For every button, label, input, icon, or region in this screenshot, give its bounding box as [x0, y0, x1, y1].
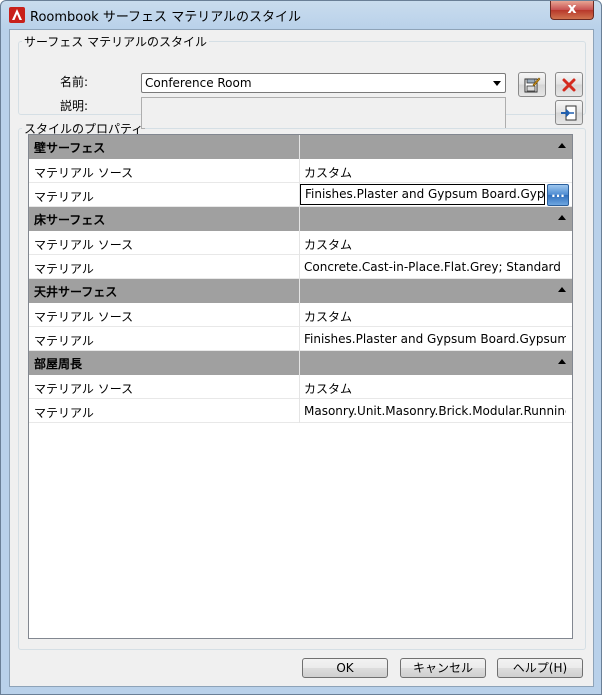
- property-row[interactable]: マテリアル Finishes.Plaster and Gypsum Board.…: [29, 183, 572, 207]
- property-value[interactable]: カスタム: [304, 164, 566, 181]
- close-icon: x: [567, 1, 577, 17]
- window-title: Roombook サーフェス マテリアルのスタイル: [30, 10, 302, 25]
- category-header-perimeter[interactable]: 部屋周長: [29, 351, 572, 375]
- close-button[interactable]: x: [550, 1, 594, 20]
- ellipsis-icon: ...: [551, 186, 565, 200]
- category-header-ceiling[interactable]: 天井サーフェス: [29, 279, 572, 303]
- property-value[interactable]: カスタム: [304, 380, 566, 397]
- property-row[interactable]: マテリアル Masonry.Unit.Masonry.Brick.Modular…: [29, 399, 572, 423]
- category-name: 床サーフェス: [34, 213, 106, 227]
- help-button[interactable]: ヘルプ(H): [497, 658, 583, 678]
- category-header-floor[interactable]: 床サーフェス: [29, 207, 572, 231]
- collapse-icon[interactable]: [558, 143, 566, 148]
- dialog-client: サーフェス マテリアルのスタイル 名前: Conference Room 説明:: [9, 29, 594, 687]
- import-icon: [561, 105, 577, 120]
- property-value[interactable]: カスタム: [304, 308, 566, 325]
- property-key: マテリアル: [34, 334, 94, 348]
- delete-icon: [562, 78, 576, 91]
- style-name-value: Conference Room: [145, 76, 252, 90]
- style-group-legend: サーフェス マテリアルのスタイル: [24, 35, 207, 49]
- ok-button[interactable]: OK: [302, 658, 388, 678]
- property-key: マテリアル ソース: [34, 238, 134, 252]
- property-key: マテリアル ソース: [34, 310, 134, 324]
- delete-style-button[interactable]: [555, 72, 583, 97]
- property-key: マテリアル: [34, 190, 94, 204]
- property-row[interactable]: マテリアル ソース カスタム: [29, 303, 572, 327]
- dialog-window: Roombook サーフェス マテリアルのスタイル x サーフェス マテリアルの…: [0, 0, 602, 695]
- collapse-icon[interactable]: [558, 287, 566, 292]
- save-edit-icon: [524, 77, 541, 92]
- property-key: マテリアル ソース: [34, 382, 134, 396]
- chevron-down-icon[interactable]: [493, 81, 501, 86]
- category-header-wall[interactable]: 壁サーフェス: [29, 135, 572, 159]
- property-row[interactable]: マテリアル Concrete.Cast-in-Place.Flat.Grey; …: [29, 255, 572, 279]
- collapse-icon[interactable]: [558, 215, 566, 220]
- browse-material-button[interactable]: ...: [547, 184, 569, 206]
- property-key: マテリアル: [34, 406, 94, 420]
- property-row[interactable]: マテリアル Finishes.Plaster and Gypsum Board.…: [29, 327, 572, 351]
- description-label: 説明:: [60, 99, 89, 113]
- property-value[interactable]: Finishes.Plaster and Gypsum Board.Gypsum: [304, 332, 566, 346]
- property-value[interactable]: Concrete.Cast-in-Place.Flat.Grey; Standa…: [304, 260, 566, 274]
- property-row[interactable]: マテリアル ソース カスタム: [29, 375, 572, 399]
- property-row[interactable]: マテリアル ソース カスタム: [29, 159, 572, 183]
- property-grid[interactable]: 壁サーフェス マテリアル ソース カスタム マテリアル Finishes.Pla…: [28, 134, 573, 639]
- style-group: サーフェス マテリアルのスタイル 名前: Conference Room 説明:: [18, 33, 586, 129]
- property-row[interactable]: マテリアル ソース カスタム: [29, 231, 572, 255]
- category-name: 天井サーフェス: [34, 285, 118, 299]
- title-bar[interactable]: Roombook サーフェス マテリアルのスタイル x: [1, 1, 601, 29]
- property-value[interactable]: カスタム: [304, 236, 566, 253]
- name-label: 名前:: [60, 75, 89, 89]
- category-name: 部屋周長: [34, 357, 83, 371]
- category-name: 壁サーフェス: [34, 141, 106, 155]
- autodesk-app-icon: [9, 7, 25, 23]
- property-value[interactable]: Masonry.Unit.Masonry.Brick.Modular.Runni…: [304, 404, 566, 418]
- cancel-button[interactable]: キャンセル: [400, 658, 486, 678]
- property-key: マテリアル: [34, 262, 94, 276]
- collapse-icon[interactable]: [558, 359, 566, 364]
- edit-style-button[interactable]: [518, 72, 546, 97]
- property-key: マテリアル ソース: [34, 166, 134, 180]
- style-name-combobox[interactable]: Conference Room: [141, 73, 506, 93]
- material-edit-field[interactable]: Finishes.Plaster and Gypsum Board.Gypsum: [300, 184, 545, 205]
